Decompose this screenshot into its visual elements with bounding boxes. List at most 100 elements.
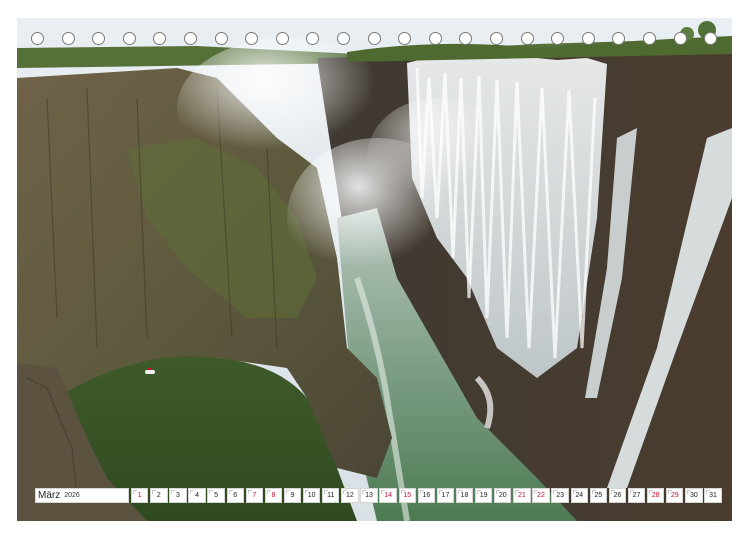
day-number: 8 — [271, 492, 276, 499]
binding-hole — [92, 32, 106, 45]
binding-hole — [612, 32, 626, 45]
cell-corner-mark — [668, 490, 673, 494]
day-cell: 22 — [532, 488, 550, 503]
day-cell: 24 — [570, 488, 588, 503]
day-cell: 7 — [245, 488, 264, 503]
cell-corner-mark — [266, 490, 271, 494]
cell-corner-mark — [687, 490, 692, 494]
cell-corner-mark — [228, 490, 233, 494]
cell-corner-mark — [400, 490, 405, 494]
day-cell: 25 — [589, 488, 608, 503]
day-number: 9 — [290, 492, 295, 499]
day-cell: 23 — [551, 488, 569, 503]
cell-corner-mark — [362, 490, 367, 494]
cell-corner-mark — [476, 490, 481, 494]
cell-corner-mark — [591, 490, 596, 494]
day-cell: 5 — [207, 488, 225, 503]
cell-corner-mark — [381, 490, 386, 494]
binding-hole — [245, 32, 259, 45]
day-cell: 30 — [685, 488, 703, 503]
cell-corner-mark — [324, 490, 329, 494]
day-cell: 29 — [666, 488, 684, 503]
day-cell: 11 — [322, 488, 340, 503]
cell-corner-mark — [304, 490, 309, 494]
binding-hole — [275, 32, 289, 45]
binding-hole — [704, 32, 718, 45]
cell-corner-mark — [610, 490, 615, 494]
binding-hole — [551, 32, 565, 45]
day-cell: 21 — [513, 488, 531, 503]
binding-hole — [337, 32, 350, 45]
day-number: 6 — [233, 492, 238, 499]
day-cell: 4 — [188, 488, 206, 503]
day-number: 7 — [252, 492, 257, 499]
cell-corner-mark — [152, 490, 157, 494]
cell-corner-mark — [247, 490, 252, 494]
month-label: März 2026 — [35, 488, 129, 503]
cell-corner-mark — [285, 490, 290, 494]
cell-corner-mark — [343, 490, 348, 494]
day-cell: 13 — [360, 488, 378, 503]
cell-corner-mark — [190, 490, 195, 494]
binding-hole — [61, 32, 75, 45]
day-cell: 9 — [283, 488, 302, 503]
waterfall-photo — [17, 18, 732, 521]
day-cell: 12 — [341, 488, 359, 503]
day-cell: 14 — [379, 488, 397, 503]
binding-hole — [520, 32, 534, 45]
year-label: 2026 — [64, 492, 80, 499]
binding-hole — [490, 32, 503, 45]
cell-corner-mark — [553, 490, 558, 494]
day-cell: 26 — [608, 488, 627, 503]
cell-corner-mark — [629, 490, 634, 494]
day-number: 11 — [327, 492, 335, 499]
day-cell: 1 — [131, 488, 149, 503]
cell-corner-mark — [209, 490, 214, 494]
day-number: 5 — [214, 492, 219, 499]
day-cell: 20 — [494, 488, 512, 503]
binding-hole — [31, 32, 44, 45]
day-number: 1 — [137, 492, 142, 499]
binding-hole — [184, 32, 197, 45]
calendar-page: März 2026 1 2 3 4 5 6 7 8 9 10 11 12 13 14 15 16 17 18 19 2… — [0, 0, 750, 539]
binding-hole — [581, 32, 595, 45]
day-cell: 2 — [150, 488, 168, 503]
day-number: 3 — [175, 492, 180, 499]
cell-corner-mark — [496, 490, 501, 494]
date-strip: März 2026 1 2 3 4 5 6 7 8 9 10 11 12 13 14 15 16 17 18 19 2… — [35, 487, 722, 504]
cell-corner-mark — [438, 490, 443, 494]
day-cell: 28 — [646, 488, 665, 503]
cell-corner-mark — [171, 490, 176, 494]
binding-hole — [459, 32, 473, 45]
cell-corner-mark — [133, 490, 137, 494]
day-cell: 6 — [226, 488, 244, 503]
day-cell: 3 — [169, 488, 187, 503]
binding-hole — [428, 32, 442, 45]
day-cell: 18 — [455, 488, 474, 503]
binding-hole — [673, 32, 687, 45]
cell-corner-mark — [706, 490, 711, 494]
day-number: 2 — [156, 492, 161, 499]
binding-hole — [214, 32, 228, 45]
day-cell: 16 — [417, 488, 436, 503]
day-cell: 10 — [302, 488, 321, 503]
waterfall-illustration — [17, 18, 732, 521]
cell-corner-mark — [515, 490, 520, 494]
cell-corner-mark — [419, 490, 424, 494]
cell-corner-mark — [534, 490, 539, 494]
day-cell: 19 — [474, 488, 493, 503]
day-cell: 31 — [704, 488, 722, 503]
day-cell: 17 — [436, 488, 455, 503]
cell-corner-mark — [648, 490, 653, 494]
cell-corner-mark — [572, 490, 577, 494]
day-cell: 8 — [264, 488, 283, 503]
binding-hole — [306, 32, 320, 45]
binding-hole — [153, 32, 167, 45]
cell-corner-mark — [457, 490, 462, 494]
binding-hole — [122, 32, 136, 45]
day-cell: 15 — [398, 488, 416, 503]
day-cell: 27 — [627, 488, 646, 503]
day-number: 4 — [195, 492, 199, 499]
binding-hole — [643, 32, 656, 45]
month-name: März — [38, 490, 61, 501]
